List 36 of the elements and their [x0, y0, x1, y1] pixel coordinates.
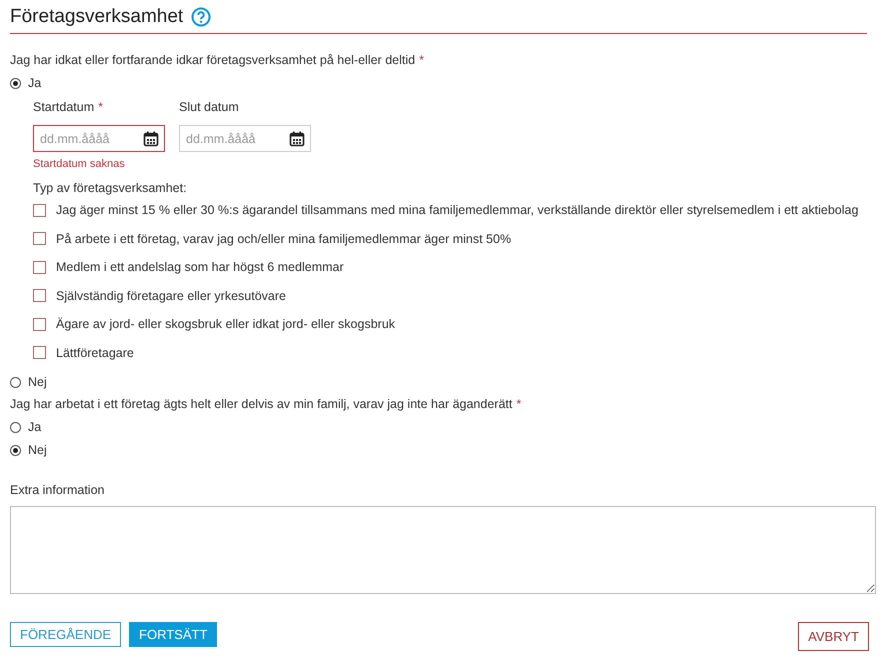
- required-mark: *: [98, 100, 104, 114]
- checkbox[interactable]: [33, 318, 46, 331]
- group-label: Typ av företagsverksamhet:: [33, 180, 188, 196]
- radio-label[interactable]: Ja: [28, 420, 42, 435]
- radio-button[interactable]: [10, 445, 21, 456]
- checkbox-label[interactable]: Ägare av jord- eller skogsbruk eller idkat jord- eller skogsbruk: [56, 317, 396, 332]
- error-message: Startdatum saknas: [33, 157, 126, 171]
- required-mark: *: [516, 397, 522, 411]
- radio-button[interactable]: [10, 422, 21, 433]
- checkbox-label[interactable]: Självständig företagare eller yrkesutövare: [56, 288, 286, 303]
- radio-button[interactable]: [10, 377, 21, 388]
- cancel-button[interactable]: AVBRYT: [798, 622, 869, 651]
- radio-label[interactable]: Ja: [28, 76, 42, 91]
- field-label: Slut datum: [179, 100, 239, 114]
- checkbox-label[interactable]: På arbete i ett företag, varav jag och/eller mina familjemedlemmar äger minst 50%: [56, 232, 512, 246]
- required-mark: *: [419, 53, 424, 67]
- checkbox-label[interactable]: Jag äger minst 15 % eller 30 %:s ägarandel tillsammans med mina familjemedlemmar, verkställande direktör eller styrelsemedlem i ett aktiebolag: [56, 203, 858, 218]
- field-label: Startdatum: [33, 100, 94, 114]
- question-label: Jag har idkat eller fortfarande idkar företagsverksamhet på hel-eller deltid: [10, 53, 416, 67]
- calendar-icon[interactable]: [289, 130, 305, 146]
- checkbox-label[interactable]: Lättföretagare: [56, 346, 134, 360]
- checkbox[interactable]: [33, 232, 46, 246]
- radio-label[interactable]: Nej: [28, 443, 47, 458]
- checkbox-label[interactable]: Medlem i ett andelslag som har högst 6 medlemmar: [56, 260, 344, 274]
- calendar-icon[interactable]: [143, 130, 159, 146]
- radio-button[interactable]: [10, 78, 21, 89]
- date-field[interactable]: dd.mm.åååå: [33, 125, 165, 152]
- help-icon[interactable]: [191, 6, 212, 26]
- question-label: Jag har arbetat i ett företag ägts helt eller delvis av min familj, varav jag inte har äganderätt: [10, 397, 512, 411]
- field-label: Extra information: [10, 482, 106, 498]
- checkbox[interactable]: [33, 346, 46, 360]
- checkbox[interactable]: [33, 204, 46, 217]
- checkbox[interactable]: [33, 289, 46, 302]
- checkbox[interactable]: [33, 260, 46, 274]
- page-title: Företagsverksamhet: [10, 6, 184, 28]
- radio-label[interactable]: Nej: [28, 375, 47, 390]
